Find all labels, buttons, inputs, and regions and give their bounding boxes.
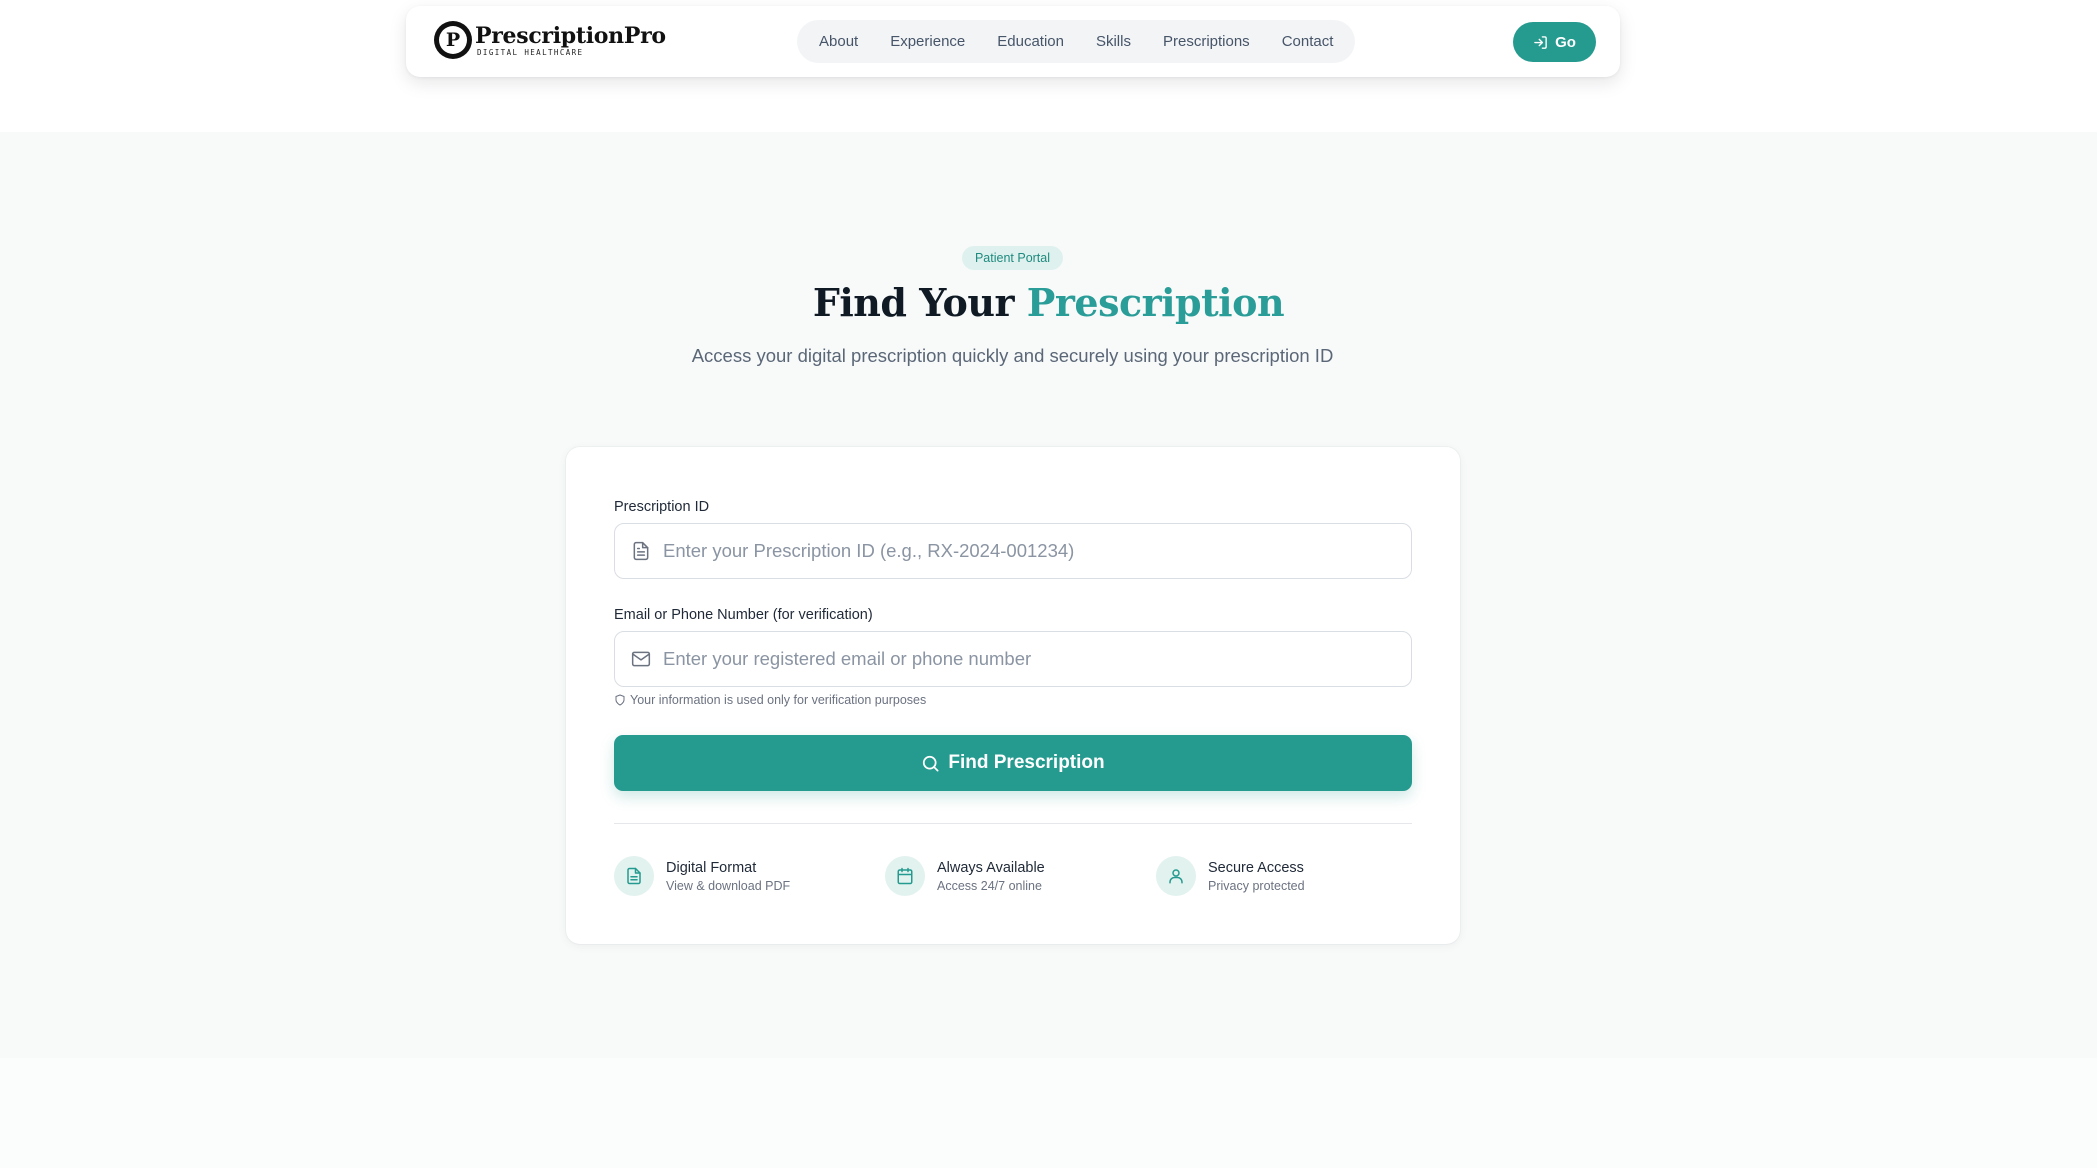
mail-icon [631, 649, 651, 669]
verification-note-text: Your information is used only for verifi… [630, 693, 927, 707]
brand-name: PrescriptionPro [475, 22, 666, 49]
document-icon [631, 541, 651, 561]
feature-text: Always Available Access 24/7 online [937, 859, 1045, 894]
find-prescription-button[interactable]: Find Prescription [614, 735, 1412, 791]
user-icon [1156, 856, 1196, 896]
bottom-band [0, 1058, 2097, 1168]
prescription-id-input[interactable] [663, 540, 1411, 562]
page-subtitle: Access your digital prescription quickly… [691, 345, 1334, 366]
nav-item-contact[interactable]: Contact [1266, 20, 1350, 63]
brand-tagline: DIGITAL HEALTHCARE [477, 47, 584, 57]
feature-digital-format: Digital Format View & download PDF [614, 856, 790, 896]
feature-text: Digital Format View & download PDF [666, 859, 790, 894]
logo-letter: P [439, 26, 467, 54]
feature-secure-access: Secure Access Privacy protected [1156, 856, 1305, 896]
lookup-card: Prescription ID Email or Phone Number (f… [566, 447, 1460, 944]
feature-text: Secure Access Privacy protected [1208, 859, 1305, 894]
feature-subtitle: Privacy protected [1208, 878, 1305, 893]
nav-item-prescriptions[interactable]: Prescriptions [1147, 20, 1266, 63]
nav-item-experience[interactable]: Experience [874, 20, 981, 63]
card-divider [614, 823, 1412, 824]
contact-field[interactable] [614, 631, 1412, 687]
nav-item-about[interactable]: About [803, 20, 874, 63]
login-icon [1533, 35, 1548, 50]
feature-title: Secure Access [1208, 859, 1304, 876]
page: P PrescriptionPro DIGITAL HEALTHCARE Abo… [0, 0, 2097, 1168]
feature-title: Digital Format [666, 859, 757, 876]
main-nav: About Experience Education Skills Prescr… [797, 20, 1356, 63]
feature-subtitle: Access 24/7 online [937, 878, 1042, 893]
logo-text: PrescriptionPro DIGITAL HEALTHCARE [475, 24, 666, 57]
feature-always-available: Always Available Access 24/7 online [885, 856, 1045, 896]
document-icon [614, 856, 654, 896]
contact-input[interactable] [663, 648, 1411, 670]
nav-item-skills[interactable]: Skills [1080, 20, 1147, 63]
brand-logo[interactable]: P PrescriptionPro DIGITAL HEALTHCARE [434, 21, 666, 59]
feature-title: Always Available [937, 859, 1045, 876]
nav-item-education[interactable]: Education [981, 20, 1080, 63]
prescription-lookup-section: Patient Portal Find Your Prescription Ac… [0, 132, 2097, 1058]
feature-subtitle: View & download PDF [666, 878, 791, 893]
verification-note: Your information is used only for verifi… [614, 693, 926, 707]
title-accent: Prescription [1026, 280, 1285, 325]
contact-label: Email or Phone Number (for verification) [614, 607, 873, 623]
go-button-label: Go [1555, 33, 1576, 51]
find-prescription-label: Find Prescription [948, 752, 1105, 773]
prescription-id-field[interactable] [614, 523, 1412, 579]
go-button[interactable]: Go [1513, 22, 1596, 62]
page-title: Find Your Prescription [0, 280, 2097, 325]
section-badge: Patient Portal [962, 246, 1063, 270]
shield-icon [614, 694, 626, 706]
prescription-id-label: Prescription ID [614, 499, 710, 515]
logo-mark-icon: P [434, 21, 472, 59]
search-icon [921, 754, 940, 773]
title-prefix: Find Your [812, 280, 1015, 325]
site-header: P PrescriptionPro DIGITAL HEALTHCARE Abo… [406, 6, 1620, 77]
calendar-icon [885, 856, 925, 896]
